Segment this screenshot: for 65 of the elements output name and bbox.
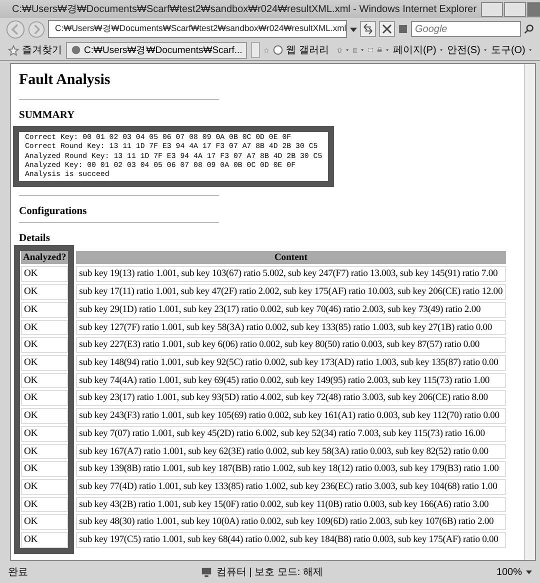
table-cell: sub key 17(11) ratio 1.001, sub key 47(2F) ratio 2.002, sub key 175(AF) ratio 10.003, sub key 206(CE) ratio 12.00 [76, 284, 506, 300]
refresh-icon[interactable] [360, 21, 376, 37]
computer-icon [201, 566, 212, 578]
dropdown-caret-icon[interactable] [350, 26, 357, 32]
table-cell: OK [21, 372, 68, 388]
page-heading: Fault Analysis [19, 72, 112, 89]
table-cell: OK [21, 444, 68, 460]
table-cell: sub key 139(8B) ratio 1.001, sub key 187(BB) ratio 1.002, sub key 18(12) ratio 0.003, sub key 179(B3) ratio 1.00 [76, 461, 506, 477]
forward-button[interactable] [28, 20, 45, 38]
column-header: Content [76, 251, 506, 264]
table-cell: sub key 74(4A) ratio 1.001, sub key 69(45) ratio 0.002, sub key 149(95) ratio 2.003, sub key 115(73) ratio 1.00 [76, 372, 506, 388]
search-field[interactable]: Google [411, 21, 521, 37]
web-slice-gallery-button[interactable]: 웹 갤러리 [273, 43, 329, 57]
table-cell: sub key 227(E3) ratio 1.001, sub key 6(06) ratio 0.002, sub key 80(50) ratio 0.003, sub key 87(57) ratio 0.00 [76, 337, 506, 353]
table-cell: OK [21, 496, 68, 512]
table-cell: OK [21, 302, 68, 318]
browser-tab[interactable]: C:₩Users₩경₩Documents₩Scarf... [66, 42, 248, 58]
table-cell: sub key 197(C5) ratio 1.001, sub key 68(44) ratio 0.002, sub key 184(B8) ratio 0.003, sub key 175(AF) ratio 0.00 [76, 532, 506, 548]
table-cell: sub key 48(30) ratio 1.001, sub key 10(0A) ratio 0.002, sub key 109(6D) ratio 2.003, sub key 107(6B) ratio 2.00 [76, 514, 506, 530]
table-cell: sub key 167(A7) ratio 1.001, sub key 62(3E) ratio 0.002, sub key 58(3A) ratio 0.003, sub key 82(52) ratio 0.00 [76, 444, 506, 460]
table-cell: sub key 127(7F) ratio 1.001, sub key 58(3A) ratio 0.002, sub key 133(85) ratio 1.003, sub key 27(1B) ratio 0.00 [76, 320, 506, 336]
circle-icon [273, 45, 284, 55]
table-cell: OK [21, 426, 68, 442]
table-cell: OK [21, 284, 68, 300]
table-cell: sub key 7(07) ratio 1.001, sub key 45(2D) ratio 6.002, sub key 52(34) ratio 7.003, sub key 115(73) ratio 16.00 [76, 426, 506, 442]
status-text: 완료 [8, 566, 28, 579]
favorites-button[interactable]: 즐겨찾기 [8, 43, 62, 57]
menu-button[interactable]: 페이지(P) [393, 43, 436, 57]
table-cell: sub key 243(F3) ratio 1.001, sub key 105(69) ratio 0.002, sub key 161(A1) ratio 0.003, sub key 112(70) ratio 0.00 [76, 408, 506, 424]
caret-icon[interactable] [526, 569, 532, 575]
table-cell: OK [21, 408, 68, 424]
table-cell: sub key 23(17) ratio 1.001, sub key 93(5D) ratio 4.002, sub key 72(48) ratio 3.003, sub key 206(CE) ratio 8.00 [76, 390, 506, 406]
maximize-button[interactable] [504, 2, 526, 16]
table-cell: OK [21, 478, 68, 495]
table-cell: OK [21, 532, 68, 548]
scrollbar[interactable] [524, 64, 535, 560]
table-cell: sub key 43(2B) ratio 1.001, sub key 15(0F) ratio 0.002, sub key 11(0B) ratio 0.003, sub key 166(A6) ratio 3.00 [76, 496, 506, 512]
zoom-button[interactable]: 100% [496, 566, 522, 578]
star-icon [8, 44, 19, 56]
address-field[interactable]: C:₩Users₩경₩Documents₩Scarf₩test2₩sandbox₩r024₩resultXML.xml [48, 20, 347, 38]
window-title: C:₩Users₩경₩Documents₩Scarf₩test2₩sandbox₩r024₩resultXML.xml - Windows Internet Explorer [12, 3, 477, 16]
section-heading: Details [19, 233, 51, 244]
menu-button[interactable]: 안전(S) [447, 43, 480, 57]
search-icon[interactable] [524, 24, 534, 34]
column-header: Analyzed? [21, 251, 68, 264]
table-cell: OK [21, 514, 68, 530]
table-cell: OK [21, 355, 68, 371]
table-cell: OK [21, 461, 68, 477]
table-cell: sub key 148(94) ratio 1.001, sub key 92(5C) ratio 0.002, sub key 173(AD) ratio 1.003, sub key 135(87) ratio 0.00 [76, 355, 506, 371]
search-provider-icon[interactable] [398, 24, 408, 34]
table-cell: sub key 29(1D) ratio 1.001, sub key 23(17) ratio 0.002, sub key 70(46) ratio 2.003, sub key 73(49) ratio 2.00 [76, 302, 506, 318]
table-cell: sub key 77(4D) ratio 1.001, sub key 133(85) ratio 1.002, sub key 236(EC) ratio 3.003, sub key 104(68) ratio 1.00 [76, 478, 506, 495]
table-cell: OK [21, 266, 68, 282]
table-cell: OK [21, 390, 68, 406]
page-icon [71, 45, 81, 55]
back-button[interactable] [6, 20, 25, 38]
section-heading: Configurations [19, 206, 88, 218]
stop-icon[interactable] [379, 21, 395, 37]
menu-button[interactable]: 도구(O) [490, 43, 526, 57]
table-cell: OK [21, 337, 68, 353]
table-cell: OK [21, 320, 68, 336]
security-zone-text: 컴퓨터 | 보호 모드: 해제 [216, 566, 323, 579]
minimize-button[interactable] [480, 2, 503, 16]
table-cell: sub key 19(13) ratio 1.001, sub key 103(67) ratio 5.002, sub key 247(F7) ratio 13.003, sub key 145(91) ratio 7.00 [76, 266, 506, 282]
section-heading: SUMMARY [19, 110, 76, 121]
